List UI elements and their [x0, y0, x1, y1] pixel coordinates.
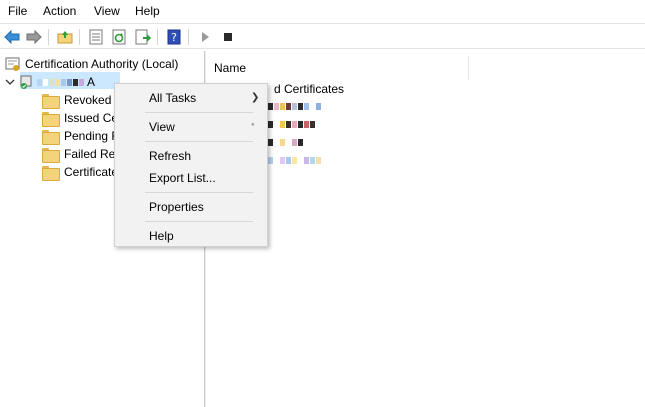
tree-item-revoked[interactable]: Revoked C — [42, 91, 123, 109]
toolbar-separator — [188, 29, 189, 45]
menu-separator — [145, 112, 253, 113]
menu-item-label: Refresh — [149, 149, 192, 163]
context-menu: All Tasks ❯ View ● Refresh Export List..… — [114, 83, 268, 247]
list-item-redacted[interactable] — [268, 115, 316, 133]
tree-item-pending[interactable]: Pending F — [42, 127, 119, 145]
up-folder-icon[interactable] — [56, 28, 74, 46]
column-header-label: Name — [214, 61, 247, 75]
svg-text:?: ? — [171, 31, 177, 44]
export-icon[interactable] — [134, 28, 152, 46]
folder-icon — [42, 165, 60, 181]
menu-help[interactable]: Help — [135, 4, 160, 18]
tree-root[interactable]: Certification Authority (Local) — [5, 55, 178, 73]
stop-service-icon[interactable] — [219, 28, 237, 46]
tree-item-label: Pending F — [64, 129, 119, 143]
list-item-redacted[interactable] — [268, 133, 304, 151]
menu-item-label: All Tasks — [149, 91, 197, 105]
help-icon[interactable]: ? — [165, 28, 183, 46]
column-header-name[interactable]: Name — [206, 56, 469, 80]
back-icon[interactable] — [3, 28, 21, 46]
folder-icon — [42, 93, 60, 109]
toolbar-separator — [48, 29, 49, 45]
menu-item-label: Help — [149, 229, 174, 243]
folder-icon — [42, 147, 60, 163]
toolbar: ? — [0, 23, 645, 49]
tree-item-issued[interactable]: Issued Ce — [42, 109, 118, 127]
list-item-label: d Certificates — [274, 82, 345, 96]
start-service-icon[interactable] — [196, 28, 214, 46]
tree-item-label: Failed Rec — [64, 147, 122, 161]
list-item-redacted[interactable] — [268, 97, 322, 115]
menu-separator — [145, 221, 253, 222]
folder-icon — [42, 111, 60, 127]
tree-item-label: Certificate — [64, 165, 119, 179]
results-pane: Name d Certificates — [206, 51, 645, 407]
context-menu-all-tasks[interactable]: All Tasks — [149, 89, 196, 107]
ca-server-icon — [20, 75, 32, 89]
menu-view[interactable]: View — [94, 4, 120, 18]
chevron-right-icon: ❯ — [251, 92, 260, 103]
context-menu-export-list[interactable]: Export List... — [149, 169, 216, 187]
context-menu-refresh[interactable]: Refresh — [149, 147, 191, 165]
tree-ca-node[interactable]: A — [5, 73, 95, 91]
menu-bar: File Action View Help — [0, 0, 645, 22]
context-menu-properties[interactable]: Properties — [149, 198, 204, 216]
list-item-redacted[interactable] — [268, 151, 322, 169]
menu-item-label: View — [149, 120, 175, 134]
tree-root-label: Certification Authority (Local) — [25, 57, 179, 71]
folder-icon — [42, 129, 60, 145]
tree-item-label: Issued Ce — [64, 111, 119, 125]
toolbar-separator — [79, 29, 80, 45]
toolbar-separator — [157, 29, 158, 45]
certification-authority-icon — [5, 57, 20, 71]
menu-item-label: Properties — [149, 200, 204, 214]
tree-item-certificate-templates[interactable]: Certificate — [42, 163, 118, 181]
refresh-icon[interactable] — [110, 28, 128, 46]
menu-separator — [145, 141, 253, 142]
context-menu-help[interactable]: Help — [149, 227, 174, 245]
show-hide-tree-icon[interactable] — [87, 28, 105, 46]
menu-file[interactable]: File — [8, 4, 27, 18]
tree-item-failed[interactable]: Failed Rec — [42, 145, 121, 163]
forward-icon[interactable] — [25, 28, 43, 46]
menu-item-label: Export List... — [149, 171, 216, 185]
ca-name-redacted — [37, 78, 85, 86]
context-menu-view[interactable]: View — [149, 118, 175, 136]
chevron-down-icon[interactable] — [5, 77, 15, 87]
ca-name-suffix: A — [87, 75, 96, 89]
menu-separator — [145, 192, 253, 193]
menu-action[interactable]: Action — [43, 4, 76, 18]
chevron-right-icon: ● — [251, 122, 255, 128]
